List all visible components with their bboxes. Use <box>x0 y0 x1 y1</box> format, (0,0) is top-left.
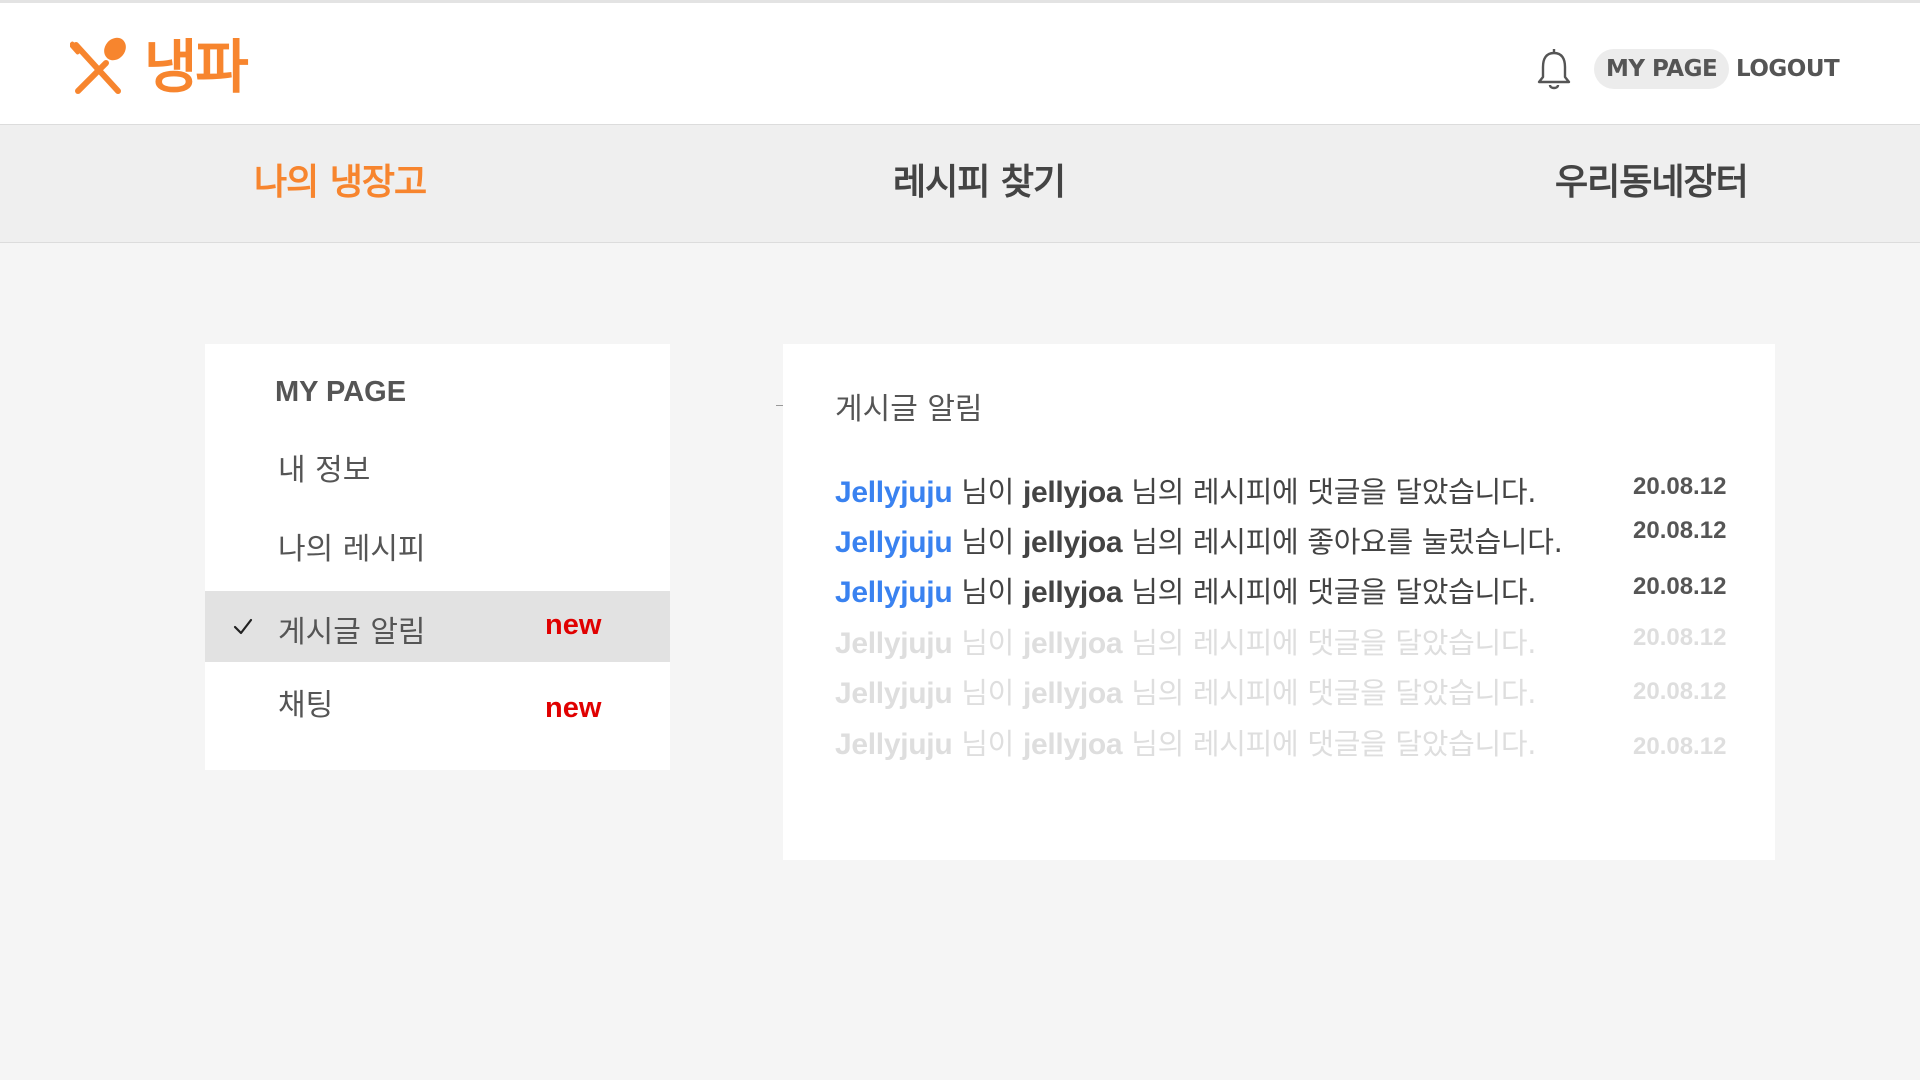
logo[interactable]: 냉파 <box>70 33 249 101</box>
fork-spoon-icon <box>70 37 126 94</box>
mypage-button[interactable]: MY PAGE <box>1594 49 1730 89</box>
main-nav: 나의 냉장고 레시피 찾기 우리동네장터 <box>0 124 1920 243</box>
notification-text: 님이 <box>952 525 1023 559</box>
notification-message: Jellyjuju 님이 jellyjoa 님의 레시피에 좋아요를 눌렀습니다… <box>835 519 1563 561</box>
logo-text: 냉파 <box>144 33 249 101</box>
notification-message: Jellyjuju 님이 jellyjoa 님의 레시피에 댓글을 달았습니다. <box>835 620 1537 662</box>
top-header: 냉파 MY PAGE LOGOUT <box>0 0 1920 124</box>
notification-text: 님이 <box>952 575 1023 609</box>
notification-user-link[interactable]: Jellyjuju <box>835 627 953 660</box>
notification-user-link[interactable]: Jellyjuju <box>835 526 953 559</box>
sidebar-item-post-notifications[interactable]: 게시글 알림 new <box>205 591 670 662</box>
new-badge: new <box>545 609 602 641</box>
notification-date: 20.08.12 <box>1633 624 1727 651</box>
notification-message: Jellyjuju 님이 jellyjoa 님의 레시피에 댓글을 달았습니다. <box>835 670 1537 712</box>
notification-target: jellyjoa <box>1022 576 1123 609</box>
notification-panel: 게시글 알림 Jellyjuju 님이 jellyjoa 님의 레시피에 댓글을… <box>783 344 1775 860</box>
notification-item[interactable]: Jellyjuju 님이 jellyjoa 님의 레시피에 댓글을 달았습니다.… <box>835 620 1735 660</box>
sidebar-item-my-info[interactable]: 내 정보 <box>205 429 670 500</box>
sidebar-item-label: 내 정보 <box>278 453 371 488</box>
notification-item[interactable]: Jellyjuju 님이 jellyjoa 님의 레시피에 좋아요를 눌렀습니다… <box>835 517 1735 561</box>
notification-item[interactable]: Jellyjuju 님이 jellyjoa 님의 레시피에 댓글을 달았습니다.… <box>835 721 1735 761</box>
notification-message: Jellyjuju 님이 jellyjoa 님의 레시피에 댓글을 달았습니다. <box>835 469 1537 511</box>
notification-date: 20.08.12 <box>1633 733 1727 760</box>
notification-item[interactable]: Jellyjuju 님이 jellyjoa 님의 레시피에 댓글을 달았습니다.… <box>835 569 1735 609</box>
notification-user-link[interactable]: Jellyjuju <box>835 728 953 761</box>
notification-text: 님이 <box>952 626 1023 660</box>
bell-icon[interactable] <box>1536 47 1572 91</box>
notification-target: jellyjoa <box>1022 476 1123 509</box>
notification-user-link[interactable]: Jellyjuju <box>835 677 953 710</box>
notification-target: jellyjoa <box>1022 627 1123 660</box>
notification-item[interactable]: Jellyjuju 님이 jellyjoa 님의 레시피에 댓글을 달았습니다.… <box>835 469 1735 509</box>
notification-text: 님이 <box>952 475 1023 509</box>
notification-text: 님이 <box>952 676 1023 710</box>
notification-text: 님의 레시피에 좋아요를 눌렀습니다. <box>1122 525 1563 559</box>
sidebar-item-label: 채팅 <box>278 688 334 723</box>
notification-text: 님의 레시피에 댓글을 달았습니다. <box>1122 575 1537 609</box>
notification-target: jellyjoa <box>1022 728 1123 761</box>
nav-item-find-recipe[interactable]: 레시피 찾기 <box>893 161 1066 205</box>
new-badge: new <box>545 692 602 724</box>
notification-text: 님의 레시피에 댓글을 달았습니다. <box>1122 626 1537 660</box>
notification-date: 20.08.12 <box>1633 517 1727 544</box>
sidebar-title: MY PAGE <box>275 376 407 408</box>
notification-message: Jellyjuju 님이 jellyjoa 님의 레시피에 댓글을 달았습니다. <box>835 721 1537 763</box>
notification-target: jellyjoa <box>1022 526 1123 559</box>
nav-item-local-market[interactable]: 우리동네장터 <box>1555 161 1749 205</box>
notification-target: jellyjoa <box>1022 677 1123 710</box>
mypage-sidebar: MY PAGE 내 정보 나의 레시피 게시글 알림 new 채팅 new <box>205 344 670 770</box>
sidebar-item-label: 나의 레시피 <box>278 532 426 567</box>
notification-text: 님이 <box>952 727 1023 761</box>
nav-item-my-fridge[interactable]: 나의 냉장고 <box>254 161 427 205</box>
panel-title: 게시글 알림 <box>835 392 983 427</box>
notification-user-link[interactable]: Jellyjuju <box>835 476 953 509</box>
notification-message: Jellyjuju 님이 jellyjoa 님의 레시피에 댓글을 달았습니다. <box>835 569 1537 611</box>
sidebar-item-my-recipes[interactable]: 나의 레시피 <box>205 508 670 579</box>
notification-date: 20.08.12 <box>1633 678 1727 705</box>
notification-item[interactable]: Jellyjuju 님이 jellyjoa 님의 레시피에 댓글을 달았습니다.… <box>835 670 1735 710</box>
notification-text: 님의 레시피에 댓글을 달았습니다. <box>1122 475 1537 509</box>
check-icon <box>233 618 253 635</box>
notification-date: 20.08.12 <box>1633 573 1727 600</box>
sidebar-item-chat[interactable]: 채팅 new <box>205 664 670 735</box>
sidebar-item-label: 게시글 알림 <box>278 615 426 650</box>
notification-text: 님의 레시피에 댓글을 달았습니다. <box>1122 727 1537 761</box>
notification-date: 20.08.12 <box>1633 473 1727 500</box>
logout-button[interactable]: LOGOUT <box>1736 49 1840 89</box>
notification-text: 님의 레시피에 댓글을 달았습니다. <box>1122 676 1537 710</box>
notification-user-link[interactable]: Jellyjuju <box>835 576 953 609</box>
